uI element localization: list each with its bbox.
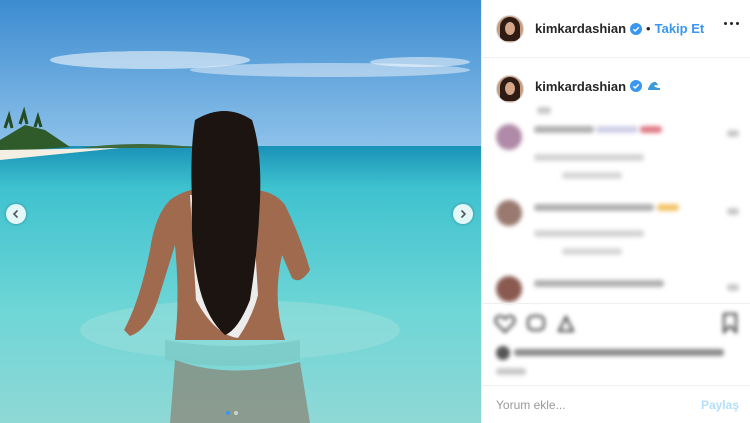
- previous-slide-button[interactable]: [6, 204, 26, 224]
- next-slide-button[interactable]: [453, 204, 473, 224]
- comment-avatar: [496, 200, 522, 226]
- instagram-post-modal: kimkardashian • Takip Et kimkardashian Y…: [0, 0, 750, 423]
- verified-badge-icon: [630, 22, 643, 35]
- chevron-left-icon: [12, 209, 19, 219]
- comment-avatar: [496, 276, 522, 302]
- water-wave-emoji-icon: [648, 81, 661, 90]
- more-options-icon[interactable]: [724, 22, 739, 25]
- actions-blurred: [482, 304, 750, 386]
- author-avatar[interactable]: [496, 14, 524, 43]
- add-comment-bar: Paylaş: [482, 385, 750, 423]
- comment-bubble-icon[interactable]: [526, 314, 546, 334]
- author-username[interactable]: kimkardashian: [535, 21, 626, 36]
- bookmark-icon[interactable]: [722, 312, 738, 334]
- post-comment-button[interactable]: Paylaş: [701, 398, 739, 412]
- post-side-panel: kimkardashian • Takip Et kimkardashian Y…: [481, 0, 750, 423]
- caption-username[interactable]: kimkardashian: [535, 79, 626, 94]
- caption-row: kimkardashian: [496, 75, 661, 103]
- comments-list-blurred: [482, 100, 750, 302]
- share-icon[interactable]: [556, 314, 576, 334]
- post-header: kimkardashian • Takip Et: [482, 0, 750, 58]
- carousel-indicator: [226, 411, 238, 415]
- comment-input[interactable]: [496, 397, 676, 412]
- verified-badge-icon: [630, 80, 643, 92]
- caption-avatar[interactable]: [496, 75, 524, 103]
- chevron-right-icon: [460, 209, 467, 219]
- like-heart-icon[interactable]: [494, 314, 516, 334]
- post-photo[interactable]: [0, 0, 481, 423]
- post-actions: [482, 303, 750, 385]
- comment-avatar: [496, 124, 522, 150]
- carousel-dot-active: [226, 411, 230, 415]
- header-separator: •: [646, 21, 651, 36]
- beach-photo-image: [0, 0, 481, 423]
- carousel-dot: [234, 411, 238, 415]
- follow-button[interactable]: Takip Et: [655, 21, 705, 36]
